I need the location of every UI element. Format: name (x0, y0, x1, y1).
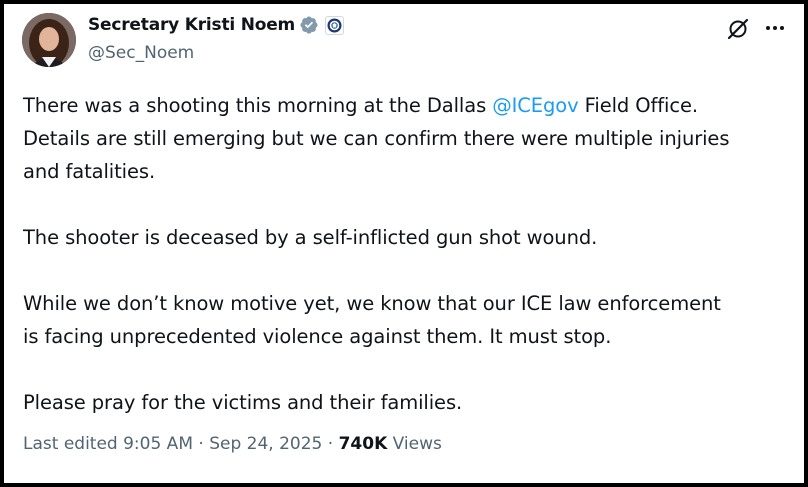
tweet-card: Secretary Kristi Noem @Sec_Noem There wa… (4, 4, 804, 483)
more-options-icon[interactable] (762, 16, 788, 40)
tweet-line: While we don’t know motive yet, we know … (23, 292, 721, 315)
mention-link[interactable]: @ICEgov (492, 94, 578, 117)
tweet-line: is facing unprecedented violence against… (23, 325, 612, 348)
author-name-row: Secretary Kristi Noem (88, 15, 345, 35)
author-handle[interactable]: @Sec_Noem (88, 43, 194, 63)
avatar[interactable] (22, 13, 76, 67)
dhs-seal-icon[interactable] (325, 15, 345, 35)
tweet-meta: Last edited 9:05 AM · Sep 24, 2025 · 740… (23, 434, 442, 454)
grok-icon[interactable] (726, 17, 750, 41)
views-label: Views (387, 434, 442, 454)
tweet-line: The shooter is deceased by a self-inflic… (23, 226, 598, 249)
tweet-text: There was a shooting this morning at the… (23, 89, 798, 419)
tweet-line: Please pray for the victims and their fa… (23, 391, 463, 414)
tweet-line: and fatalities. (23, 160, 156, 183)
verified-badge-icon[interactable] (299, 15, 319, 35)
tweet-line: There was a shooting this morning at the… (23, 94, 698, 117)
tweet-line: Details are still emerging but we can co… (23, 127, 730, 150)
date-link[interactable]: Sep 24, 2025 (209, 434, 322, 454)
views-count: 740K (338, 434, 388, 454)
edited-time-link[interactable]: Last edited 9:05 AM (23, 434, 193, 454)
author-name[interactable]: Secretary Kristi Noem (88, 15, 295, 35)
